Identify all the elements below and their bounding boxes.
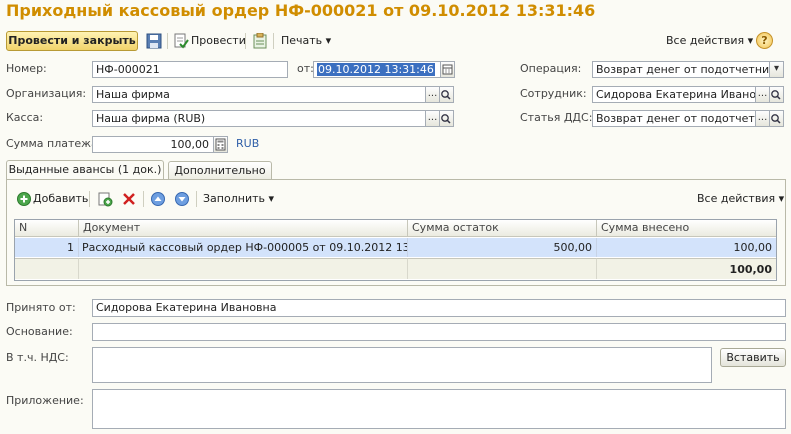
cash-field[interactable]: Наша фирма (RUB): [92, 110, 426, 127]
advances-table: N Документ Сумма остаток Сумма внесено 1…: [14, 219, 777, 281]
select-ellipsis-button[interactable]: ...: [426, 110, 440, 127]
date-value: 09.10.2012 13:31:46: [317, 63, 435, 76]
table-all-actions-menu[interactable]: Все действия ▾: [697, 191, 784, 207]
copy-icon[interactable]: [97, 191, 113, 207]
amount-field[interactable]: 100,00: [92, 136, 214, 153]
open-icon[interactable]: [770, 86, 784, 103]
table-cell-paid[interactable]: 100,00: [597, 238, 776, 257]
open-icon[interactable]: [770, 110, 784, 127]
toolbar-separator: [273, 33, 274, 49]
help-button[interactable]: ?: [756, 32, 773, 49]
table-footer-cell: [15, 258, 79, 279]
employee-label: Сотрудник:: [520, 87, 587, 100]
command-bar: Провести и закрыть Провести Печать ▾ Все…: [0, 28, 791, 52]
chevron-down-icon: ▾: [775, 192, 785, 205]
operation-label: Операция:: [520, 62, 582, 75]
fill-label: Заполнить: [203, 192, 265, 205]
print-menu[interactable]: Печать ▾: [281, 33, 331, 49]
cash-label: Касса:: [6, 111, 44, 124]
delete-icon[interactable]: [121, 191, 137, 207]
dds-label: Статья ДДС:: [520, 111, 593, 124]
table-footer-cell: [408, 258, 597, 279]
received-from-field[interactable]: Сидорова Екатерина Ивановна: [92, 299, 786, 317]
calendar-icon[interactable]: [441, 61, 455, 78]
toolbar-separator: [143, 191, 144, 207]
chevron-down-icon: ▾: [744, 34, 754, 47]
number-field[interactable]: НФ-000021: [92, 61, 288, 78]
column-header-n[interactable]: N: [15, 220, 79, 237]
chevron-down-icon: ▾: [264, 192, 275, 205]
report-icon[interactable]: [252, 33, 268, 49]
print-label: Печать: [281, 34, 323, 47]
column-header-document[interactable]: Документ: [79, 220, 408, 237]
attachment-textarea[interactable]: [92, 389, 786, 429]
add-button[interactable]: Добавить: [33, 191, 88, 207]
select-ellipsis-button[interactable]: ...: [426, 86, 440, 103]
dds-field[interactable]: Возврат денег от подотчетника: [592, 110, 756, 127]
insert-button[interactable]: Вставить: [720, 348, 786, 367]
save-icon[interactable]: [146, 33, 162, 49]
table-footer-cell: [79, 258, 408, 279]
toolbar-separator: [167, 33, 168, 49]
move-up-icon[interactable]: [150, 191, 166, 207]
open-icon[interactable]: [440, 86, 454, 103]
column-header-paid[interactable]: Сумма внесено: [597, 220, 776, 237]
operation-field[interactable]: Возврат денег от подотчетника: [592, 61, 770, 78]
post-document-icon[interactable]: [173, 33, 189, 49]
table-cell-n[interactable]: 1: [15, 238, 79, 257]
add-icon[interactable]: [16, 191, 32, 207]
vat-label: В т.ч. НДС:: [6, 351, 69, 364]
post-and-close-button[interactable]: Провести и закрыть: [6, 31, 138, 51]
chevron-down-icon: ▾: [322, 34, 332, 47]
window-title: Приходный кассовый ордер НФ-000021 от 09…: [6, 1, 596, 20]
vat-textarea[interactable]: [92, 347, 712, 383]
table-cell-document[interactable]: Расходный кассовый ордер НФ-000005 от 09…: [79, 238, 408, 257]
post-button[interactable]: Провести: [191, 33, 246, 49]
date-field[interactable]: 09.10.2012 13:31:46: [313, 61, 441, 78]
basis-label: Основание:: [6, 325, 73, 338]
all-actions-menu[interactable]: Все действия ▾: [666, 33, 753, 49]
organization-field[interactable]: Наша фирма: [92, 86, 426, 103]
toolbar-separator: [89, 191, 90, 207]
received-from-label: Принято от:: [6, 301, 76, 314]
fill-menu[interactable]: Заполнить ▾: [203, 191, 274, 207]
calculator-icon[interactable]: [214, 136, 228, 153]
select-button[interactable]: ▾: [770, 61, 784, 78]
select-ellipsis-button[interactable]: ...: [756, 86, 770, 103]
currency-link[interactable]: RUB: [236, 136, 259, 152]
basis-field[interactable]: [92, 323, 786, 341]
all-actions-label: Все действия: [666, 34, 745, 47]
table-all-actions-label: Все действия: [697, 192, 776, 205]
column-header-remaining[interactable]: Сумма остаток: [408, 220, 597, 237]
table-cell-remaining[interactable]: 500,00: [408, 238, 597, 257]
toolbar-separator: [196, 191, 197, 207]
toolbar-separator: [245, 33, 246, 49]
tab-issued-advances[interactable]: Выданные авансы (1 док.): [6, 160, 164, 180]
tab-additional[interactable]: Дополнительно: [168, 161, 272, 180]
move-down-icon[interactable]: [174, 191, 190, 207]
amount-label: Сумма платежа:: [6, 137, 102, 150]
employee-field[interactable]: Сидорова Екатерина Ивановна: [592, 86, 756, 103]
select-ellipsis-button[interactable]: ...: [756, 110, 770, 127]
table-footer-total: 100,00: [597, 258, 776, 279]
organization-label: Организация:: [6, 87, 87, 100]
attachment-label: Приложение:: [6, 394, 84, 407]
open-icon[interactable]: [440, 110, 454, 127]
date-label: от:: [297, 62, 314, 75]
number-label: Номер:: [6, 62, 47, 75]
